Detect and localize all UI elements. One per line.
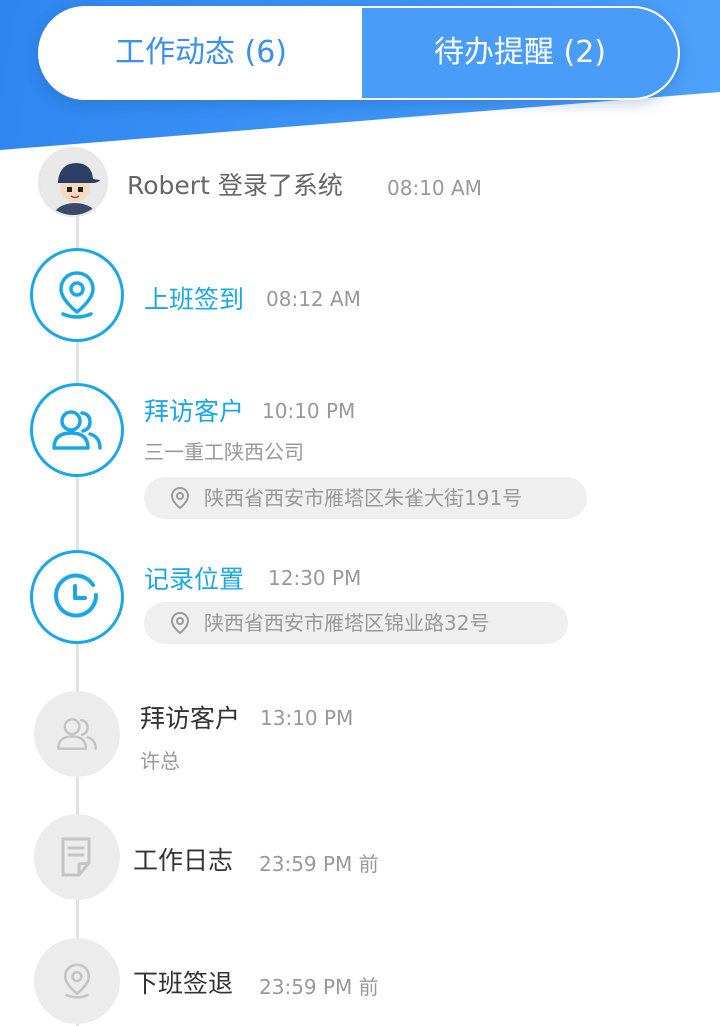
item-title-visit-1: 拜访客户	[144, 397, 245, 426]
location-pin-icon	[170, 611, 190, 635]
item-subtitle-visit-2: 许总	[140, 749, 180, 773]
timeline-node-visit-2[interactable]	[34, 691, 120, 777]
item-title-record-location: 记录位置	[144, 565, 245, 594]
address-text-record-location: 陕西省西安市雁塔区锦业路32号	[204, 611, 490, 635]
tab-work-updates[interactable]: 工作动态 (6)	[40, 8, 362, 98]
item-time-visit-2: 13:10 PM	[260, 706, 354, 730]
document-icon	[61, 837, 91, 877]
timeline-node-checkout[interactable]	[34, 938, 120, 1024]
timeline-node-record-location[interactable]	[30, 550, 124, 644]
location-pin-icon	[170, 486, 190, 510]
item-title-work-log: 工作日志	[133, 846, 234, 875]
login-time: 08:10 AM	[387, 176, 482, 200]
avatar	[38, 147, 108, 217]
item-time-checkin: 08:12 AM	[266, 287, 361, 311]
clock-icon	[54, 573, 99, 618]
users-icon	[57, 718, 97, 750]
address-pill-record-location[interactable]: 陕西省西安市雁塔区锦业路32号	[144, 602, 568, 644]
address-text-visit-1: 陕西省西安市雁塔区朱雀大街191号	[204, 486, 523, 510]
item-title-checkout: 下班签退	[133, 969, 234, 998]
login-action: Robert 登录了系统	[127, 171, 343, 200]
user-avatar-icon	[40, 149, 106, 215]
item-title-checkin: 上班签到	[144, 285, 245, 314]
item-title-visit-2: 拜访客户	[140, 704, 241, 733]
timeline-node-checkin[interactable]	[30, 248, 124, 342]
segmented-tabs: 工作动态 (6) 待办提醒 (2)	[38, 6, 680, 100]
users-icon	[52, 410, 102, 450]
item-subtitle-visit-1: 三一重工陕西公司	[144, 440, 304, 464]
item-time-visit-1: 10:10 PM	[262, 399, 356, 423]
address-pill-visit-1[interactable]: 陕西省西安市雁塔区朱雀大街191号	[144, 477, 587, 519]
item-time-work-log: 23:59 PM 前	[259, 852, 379, 876]
item-time-checkout: 23:59 PM 前	[259, 975, 379, 999]
item-time-record-location: 12:30 PM	[268, 566, 362, 590]
timeline-node-visit-1[interactable]	[30, 383, 124, 477]
timeline-node-work-log[interactable]	[34, 814, 120, 900]
tab-todo-reminders[interactable]: 待办提醒 (2)	[362, 8, 678, 98]
location-pin-icon	[63, 963, 91, 999]
location-pin-icon	[59, 271, 95, 319]
